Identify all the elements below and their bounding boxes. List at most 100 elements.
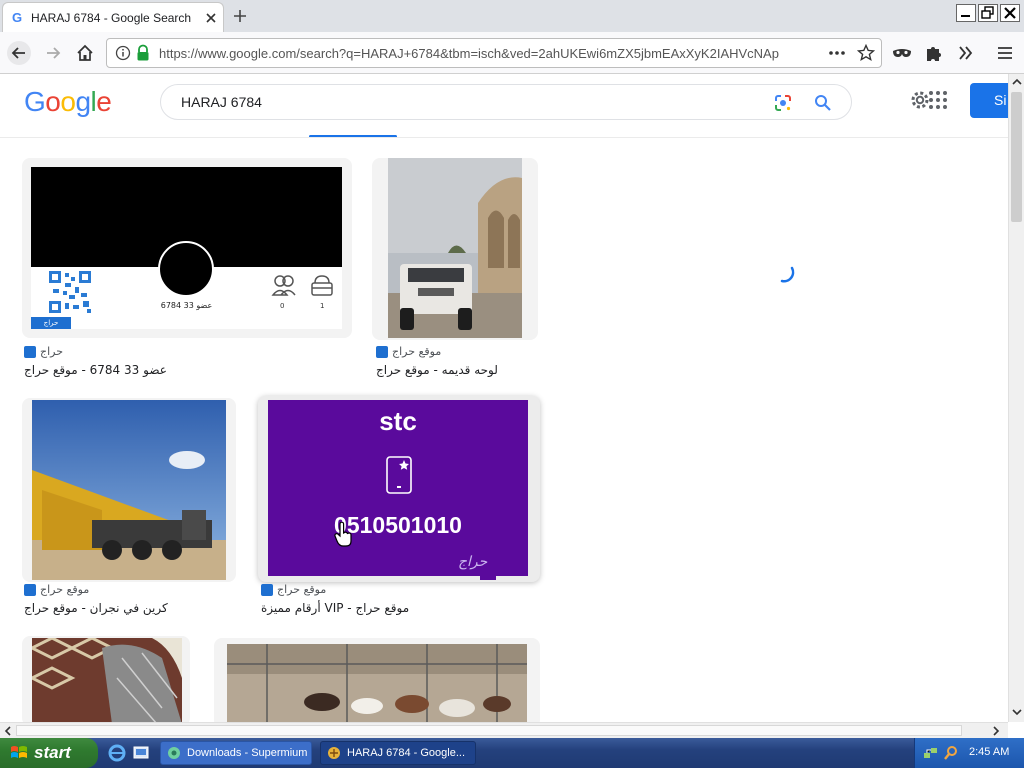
google-favicon-icon: G [12,10,22,24]
users-icon [271,275,296,296]
profile-card-image: عضو 33 6784 حراج 0 1 [31,167,342,329]
task-label: Downloads - Supermium [187,747,308,759]
result-image-1[interactable]: عضو 33 6784 حراج 0 1 [22,158,352,338]
tab-title: HARAJ 6784 - Google Search [31,11,192,25]
vertical-scrollbar[interactable] [1008,74,1024,722]
loading-spinner-icon [780,266,795,283]
logo-letter: o [45,86,61,117]
vip-number-image: stc 0510501010 حراج [268,400,528,576]
haraj-favicon-icon [261,584,273,596]
clock: 2:45 AM [969,746,1010,758]
search-query: HARAJ 6784 [181,94,262,110]
browser-task-icon [328,747,340,759]
close-window-icon[interactable] [1000,4,1020,22]
hand-cursor-icon [334,522,352,547]
car-seat-photo [32,638,182,722]
start-label: start [34,743,71,762]
network-icon[interactable] [923,745,939,761]
system-tray: 2:45 AM [914,738,1024,768]
stc-logo: stc [379,406,417,436]
back-icon[interactable] [6,40,32,66]
logo-letter: g [75,86,91,117]
browser-toolbar: https://www.google.com/search?q=HARAJ+67… [0,32,1024,74]
address-bar[interactable]: https://www.google.com/search?q=HARAJ+67… [106,38,882,68]
scroll-thumb[interactable] [1011,92,1022,222]
goats-photo [227,644,527,722]
result-image-3[interactable] [22,398,236,582]
browser-titlebar: G HARAJ 6784 - Google Search [0,0,1024,32]
supermium-icon [168,747,180,759]
image-marker [480,576,496,580]
avatar [158,241,214,297]
overflow-chevron-icon[interactable] [953,40,979,66]
apps-grid-icon[interactable] [928,90,948,110]
page-content: Google HARAJ 6784 Si عضو 33 6784 حراج 0 … [0,74,1008,722]
windows-logo-icon [11,746,27,758]
hscroll-thumb[interactable] [16,725,962,736]
browser-tab[interactable]: G HARAJ 6784 - Google Search [2,2,224,32]
header-divider [0,137,1008,138]
search-input[interactable]: HARAJ 6784 [160,84,852,120]
search-tray-icon[interactable] [943,745,959,761]
result-title[interactable]: كرين في نجران - موقع حراج [24,601,168,615]
stat-users: 0 [280,302,285,310]
sign-in-button[interactable]: Si [970,83,1008,118]
search-icon[interactable] [813,93,833,113]
result-source[interactable]: موقع حراج [277,583,326,596]
url-text: https://www.google.com/search?q=HARAJ+67… [159,46,779,61]
new-tab-icon[interactable] [230,6,250,26]
minimize-icon[interactable] [956,4,976,22]
task-google-search[interactable]: HARAJ 6784 - Google... [320,741,476,765]
haraj-logo: حراج [31,317,71,329]
qr-code-icon [47,269,93,315]
start-button[interactable]: start [0,738,98,768]
result-source[interactable]: حراج [40,345,63,358]
logo-letter: o [60,86,76,117]
haraj-favicon-icon [376,346,388,358]
box-icon [311,275,333,296]
result-image-4[interactable]: stc 0510501010 حراج [258,396,540,582]
internet-explorer-icon[interactable] [108,744,126,762]
google-lens-icon[interactable] [773,93,793,113]
home-icon[interactable] [72,40,98,66]
forward-icon[interactable] [40,40,66,66]
scroll-left-arrow-icon[interactable] [2,725,14,737]
scroll-down-arrow-icon[interactable] [1011,706,1023,718]
task-downloads[interactable]: Downloads - Supermium [160,741,312,765]
scroll-up-arrow-icon[interactable] [1011,76,1023,88]
haraj-favicon-icon [24,346,36,358]
horizontal-scrollbar[interactable] [0,722,1008,738]
more-actions-icon[interactable] [827,45,847,61]
extensions-puzzle-icon[interactable] [921,40,947,66]
result-image-6[interactable] [214,638,540,722]
crane-photo [32,400,226,580]
result-image-5[interactable] [22,636,190,722]
scroll-right-arrow-icon[interactable] [990,725,1002,737]
result-title[interactable]: عضو 33 6784 - موقع حراج [24,363,167,377]
info-icon[interactable] [115,45,131,61]
result-source[interactable]: موقع حراج [40,583,89,596]
phone-star-icon [386,456,412,494]
result-image-2[interactable] [372,158,538,340]
show-desktop-icon[interactable] [132,744,150,762]
windows-taskbar: start Downloads - Supermium HARAJ 6784 -… [0,738,1024,768]
logo-letter: e [96,86,112,117]
old-jeep-photo [388,158,522,338]
close-tab-icon[interactable] [203,10,219,26]
result-title[interactable]: أرقام مميزة VIP - موقع حراج [261,601,409,615]
restore-icon[interactable] [978,4,998,22]
svg-text:G: G [12,10,22,24]
lock-icon [137,44,149,61]
google-logo[interactable]: Google [24,86,112,118]
logo-letter: G [24,86,46,117]
haraj-watermark: حراج [458,554,488,570]
task-label: HARAJ 6784 - Google... [347,747,466,759]
result-source[interactable]: موقع حراج [392,345,441,358]
result-title[interactable]: لوحه قديمه - موقع حراج [376,363,498,377]
menu-hamburger-icon[interactable] [992,40,1018,66]
mask-extension-icon[interactable] [889,40,915,66]
vip-number: 0510501010 [334,512,462,538]
stat-items: 1 [320,302,325,310]
haraj-favicon-icon [24,584,36,596]
bookmark-star-icon[interactable] [857,44,875,62]
